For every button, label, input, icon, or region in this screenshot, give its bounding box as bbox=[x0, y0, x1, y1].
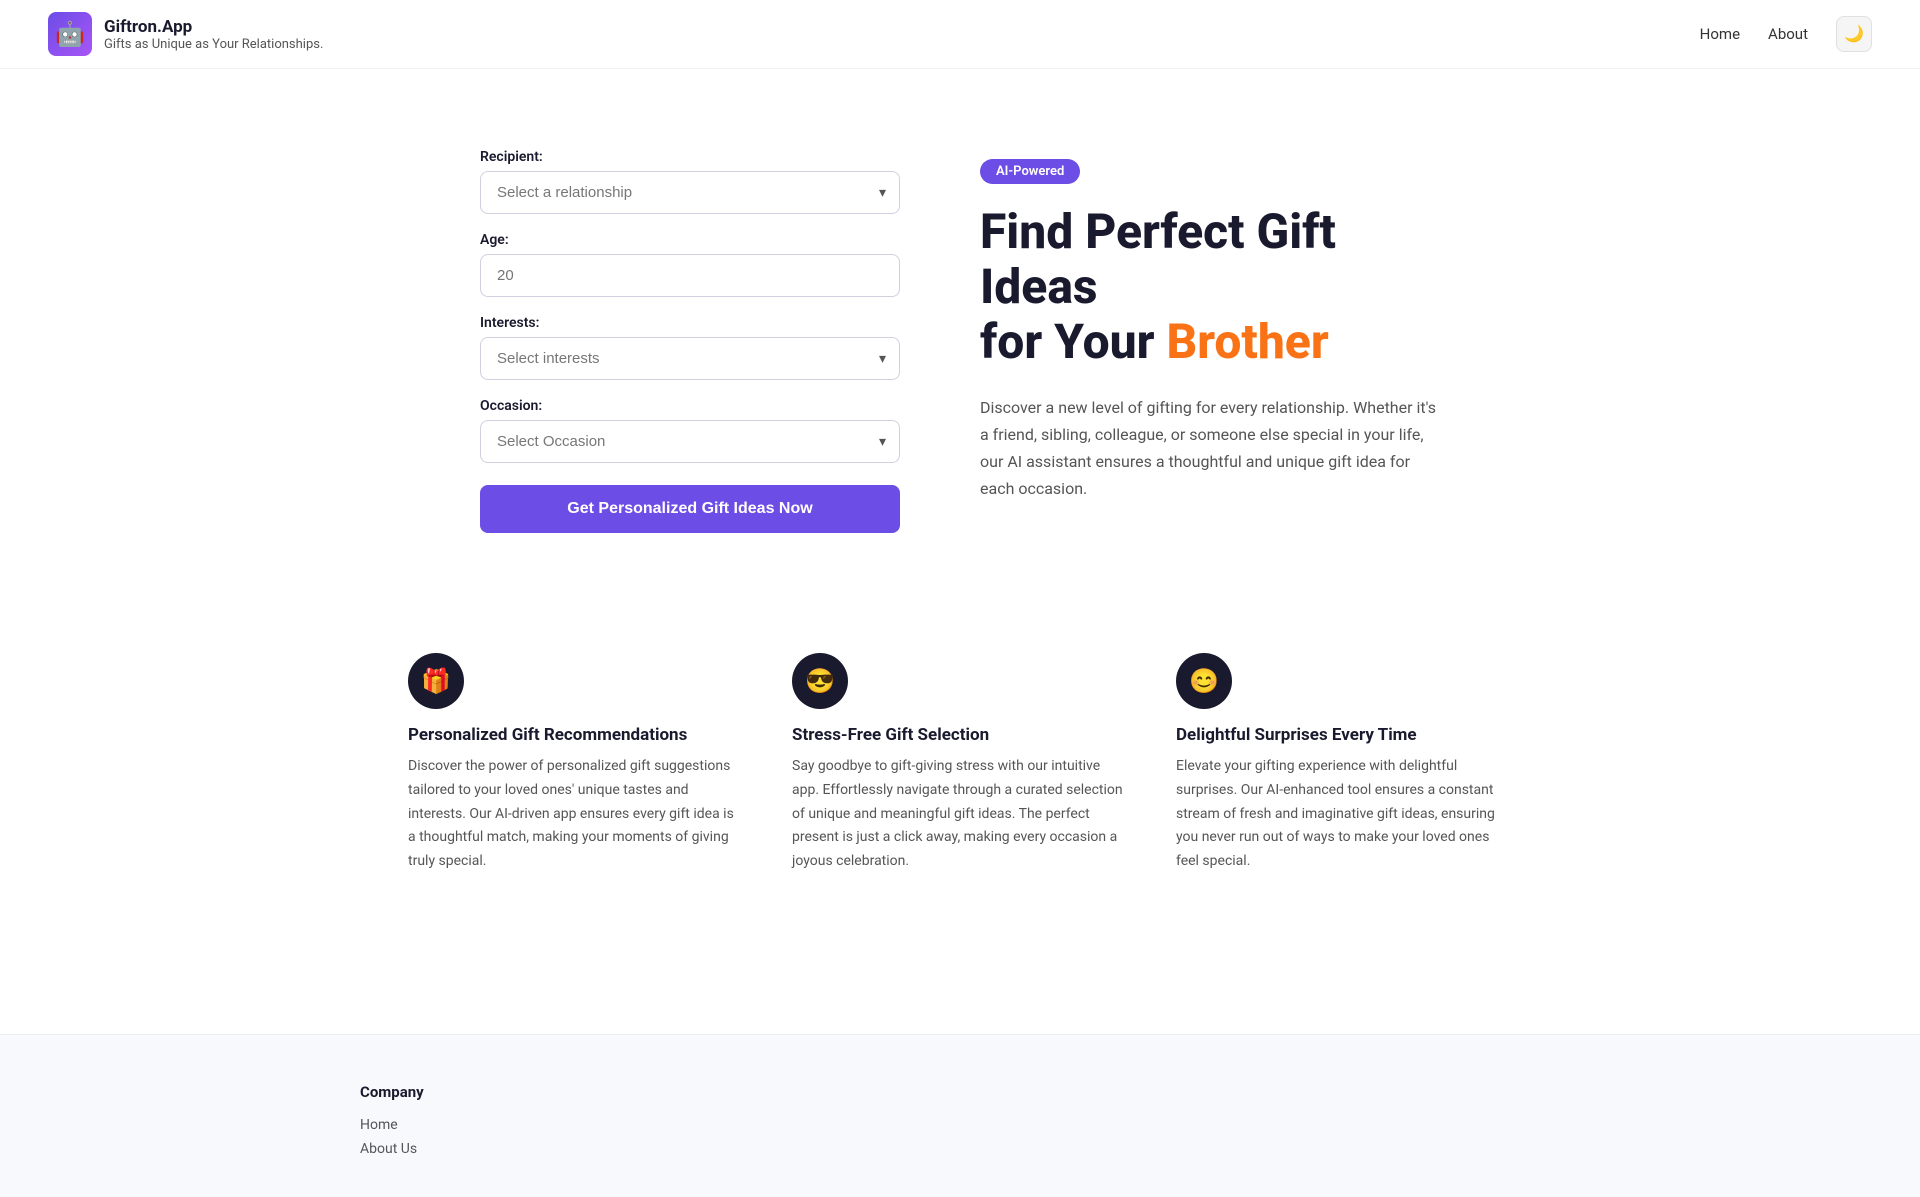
footer-company-title: Company bbox=[360, 1083, 1560, 1101]
feature-title-2: Delightful Surprises Every Time bbox=[1176, 725, 1512, 745]
hero-heading-highlight: Brother bbox=[1166, 313, 1328, 370]
hero-text-panel: AI-Powered Find Perfect Gift Ideas for Y… bbox=[980, 149, 1440, 502]
submit-button[interactable]: Get Personalized Gift Ideas Now bbox=[480, 485, 900, 533]
interests-group: Interests: Select interests Sports Music… bbox=[480, 315, 900, 380]
interests-select[interactable]: Select interests Sports Music Technology… bbox=[480, 337, 900, 380]
hero-heading: Find Perfect Gift Ideas for Your Brother bbox=[980, 204, 1440, 370]
gift-form: Recipient: Select a relationship Brother… bbox=[480, 149, 900, 533]
footer-link-0[interactable]: Home bbox=[360, 1117, 1560, 1133]
logo-emoji: 🤖 bbox=[55, 20, 85, 48]
recipient-label: Recipient: bbox=[480, 149, 900, 165]
features-grid: 🎁 Personalized Gift Recommendations Disc… bbox=[408, 653, 1512, 874]
theme-toggle-button[interactable]: 🌙 bbox=[1836, 16, 1872, 52]
brand-text: Giftron.App Gifts as Unique as Your Rela… bbox=[104, 17, 323, 52]
nav-home-link[interactable]: Home bbox=[1700, 25, 1740, 43]
footer: Company Home About Us bbox=[0, 1034, 1920, 1197]
age-label: Age: bbox=[480, 232, 900, 248]
feature-icon-2: 😊 bbox=[1176, 653, 1232, 709]
hero-section: Recipient: Select a relationship Brother… bbox=[360, 69, 1560, 593]
feature-desc-1: Say goodbye to gift-giving stress with o… bbox=[792, 755, 1128, 874]
brand-logo: 🤖 bbox=[48, 12, 92, 56]
nav-about-link[interactable]: About bbox=[1768, 25, 1808, 43]
features-grid-wrapper: 🎁 Personalized Gift Recommendations Disc… bbox=[360, 593, 1560, 954]
occasion-select[interactable]: Select Occasion Birthday Christmas Anniv… bbox=[480, 420, 900, 463]
footer-link-1[interactable]: About Us bbox=[360, 1141, 1560, 1157]
recipient-select-wrapper: Select a relationship Brother Sister Fri… bbox=[480, 171, 900, 214]
feature-title-1: Stress-Free Gift Selection bbox=[792, 725, 1128, 745]
feature-title-0: Personalized Gift Recommendations bbox=[408, 725, 744, 745]
footer-inner: Company Home About Us bbox=[360, 1083, 1560, 1157]
recipient-select[interactable]: Select a relationship Brother Sister Fri… bbox=[480, 171, 900, 214]
interests-select-wrapper: Select interests Sports Music Technology… bbox=[480, 337, 900, 380]
features-section: 🎁 Personalized Gift Recommendations Disc… bbox=[0, 593, 1920, 1034]
nav-links: Home About 🌙 bbox=[1700, 16, 1872, 52]
occasion-label: Occasion: bbox=[480, 398, 900, 414]
age-group: Age: bbox=[480, 232, 900, 297]
brand-title: Giftron.App bbox=[104, 17, 323, 37]
feature-icon-0: 🎁 bbox=[408, 653, 464, 709]
footer-links: Home About Us bbox=[360, 1117, 1560, 1157]
navbar: 🤖 Giftron.App Gifts as Unique as Your Re… bbox=[0, 0, 1920, 69]
ai-powered-badge: AI-Powered bbox=[980, 159, 1080, 184]
feature-card-2: 😊 Delightful Surprises Every Time Elevat… bbox=[1176, 653, 1512, 874]
occasion-select-wrapper: Select Occasion Birthday Christmas Anniv… bbox=[480, 420, 900, 463]
moon-icon: 🌙 bbox=[1844, 24, 1864, 44]
interests-label: Interests: bbox=[480, 315, 900, 331]
hero-description: Discover a new level of gifting for ever… bbox=[980, 394, 1440, 503]
feature-card-0: 🎁 Personalized Gift Recommendations Disc… bbox=[408, 653, 744, 874]
hero-heading-line2-plain: for Your bbox=[980, 313, 1166, 370]
feature-card-1: 😎 Stress-Free Gift Selection Say goodbye… bbox=[792, 653, 1128, 874]
age-input[interactable] bbox=[480, 254, 900, 297]
feature-icon-1: 😎 bbox=[792, 653, 848, 709]
brand-subtitle: Gifts as Unique as Your Relationships. bbox=[104, 37, 323, 52]
recipient-group: Recipient: Select a relationship Brother… bbox=[480, 149, 900, 214]
brand: 🤖 Giftron.App Gifts as Unique as Your Re… bbox=[48, 12, 323, 56]
hero-heading-line1: Find Perfect Gift Ideas bbox=[980, 203, 1336, 315]
occasion-group: Occasion: Select Occasion Birthday Chris… bbox=[480, 398, 900, 463]
feature-desc-0: Discover the power of personalized gift … bbox=[408, 755, 744, 874]
feature-desc-2: Elevate your gifting experience with del… bbox=[1176, 755, 1512, 874]
